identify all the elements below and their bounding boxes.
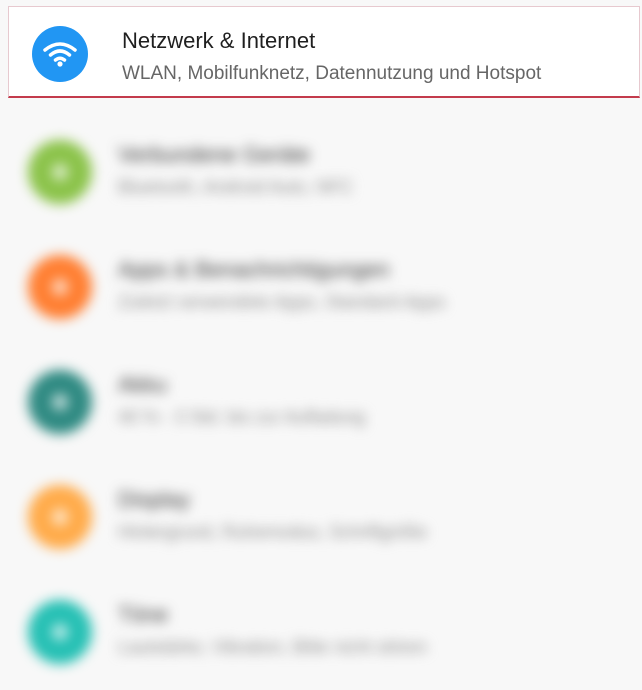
settings-item-title: Netzwerk & Internet [122, 28, 316, 53]
settings-item-title: Verbundene Geräte [118, 142, 311, 167]
settings-item-display[interactable]: Display Hintergrund, Ruhemodus, Schriftg… [0, 465, 642, 575]
settings-item-title: Akku [118, 372, 167, 397]
settings-item-subtitle: Bluetooth, Android Auto, NFC [118, 177, 354, 197]
settings-item-title: Töne [118, 602, 169, 627]
settings-item-apps-notifications[interactable]: Apps & Benachrichtigungen Zuletzt verwen… [0, 235, 642, 345]
battery-icon [28, 370, 92, 434]
settings-item-subtitle: Hintergrund, Ruhemodus, Schriftgröße [118, 522, 428, 542]
settings-item-subtitle: Zuletzt verwendete Apps, Standard-Apps [118, 292, 446, 312]
sound-icon [28, 600, 92, 664]
settings-item-title: Apps & Benachrichtigungen [118, 257, 390, 282]
settings-item-battery[interactable]: Akku 40 % - 3 Std. bis zur Aufladung [0, 350, 642, 460]
settings-item-network-internet[interactable]: Netzwerk & Internet WLAN, Mobilfunknetz,… [8, 6, 640, 98]
apps-icon [28, 255, 92, 319]
settings-item-connected-devices[interactable]: Verbundene Geräte Bluetooth, Android Aut… [0, 120, 642, 230]
settings-item-subtitle: Lautstärke, Vibration, Bitte nicht störe… [118, 637, 427, 657]
display-icon [28, 485, 92, 549]
settings-item-subtitle: 40 % - 3 Std. bis zur Aufladung [118, 407, 366, 427]
devices-icon [28, 140, 92, 204]
wifi-icon [32, 26, 88, 82]
settings-item-title: Display [118, 487, 191, 512]
settings-item-sound[interactable]: Töne Lautstärke, Vibration, Bitte nicht … [0, 580, 642, 690]
settings-item-subtitle: WLAN, Mobilfunknetz, Datennutzung und Ho… [122, 63, 542, 84]
